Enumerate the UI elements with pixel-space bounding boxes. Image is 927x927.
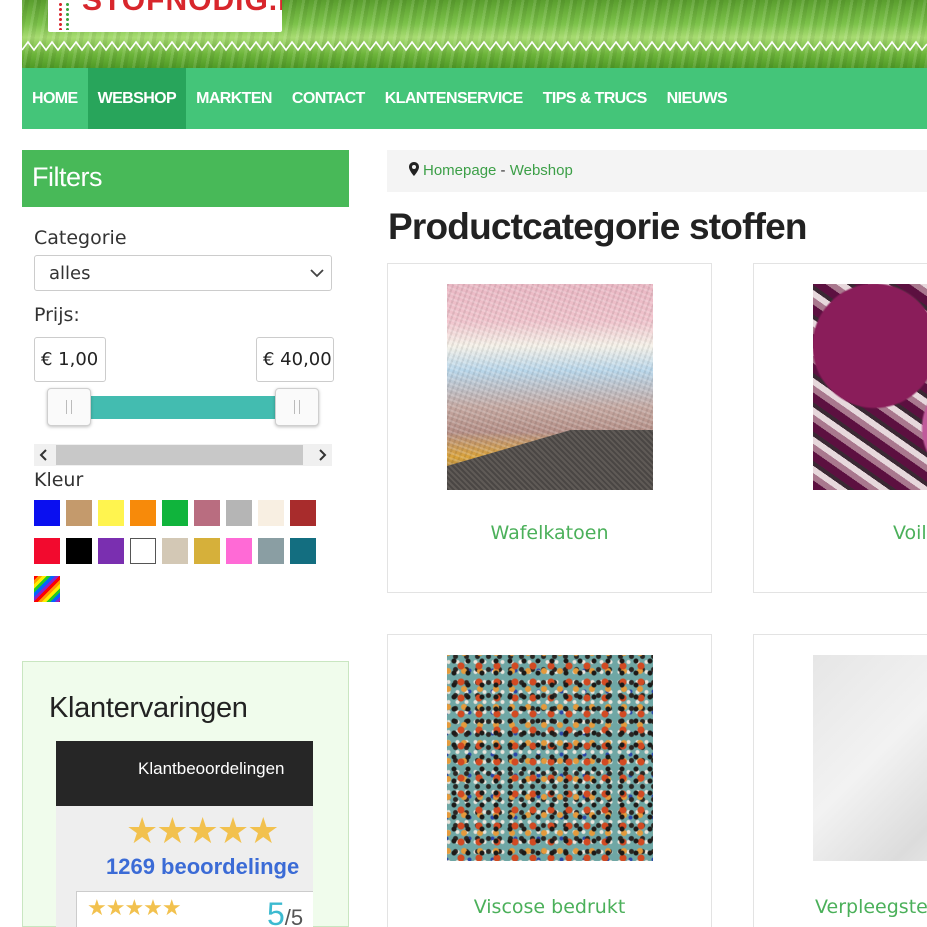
color-swatch[interactable]: [226, 500, 252, 526]
price-max-value: € 40,00: [263, 349, 332, 370]
color-swatch[interactable]: [130, 538, 156, 564]
color-swatch[interactable]: [34, 538, 60, 564]
color-swatch[interactable]: [162, 538, 188, 564]
rating-stars-icon: ★★★★★: [126, 811, 279, 852]
product-image[interactable]: [813, 284, 927, 490]
color-swatch[interactable]: [258, 500, 284, 526]
category-value: alles: [49, 263, 91, 284]
nav-tips-trucs[interactable]: TIPS & TRUCS: [533, 68, 657, 129]
filters-header: Filters: [22, 150, 349, 207]
price-label: Prijs:: [34, 304, 80, 326]
nav-klantenservice[interactable]: KLANTENSERVICE: [375, 68, 533, 129]
product-image[interactable]: [447, 284, 653, 490]
price-max-input[interactable]: € 40,00: [256, 337, 334, 382]
chevron-down-icon: [310, 269, 324, 278]
product-image[interactable]: [813, 655, 927, 861]
widget-header: Klantbeoordelingen: [56, 741, 313, 806]
product-card[interactable]: Wafelkatoen: [387, 263, 712, 593]
reviews-widget[interactable]: Klantbeoordelingen ★★★★★ 1269 beoordelin…: [56, 741, 313, 927]
category-select[interactable]: alles: [34, 255, 332, 291]
header-banner: STOFNODIG.NL: [22, 0, 927, 68]
color-swatch[interactable]: [290, 500, 316, 526]
nav-home[interactable]: HOME: [22, 68, 88, 129]
scroll-right-icon[interactable]: [316, 445, 328, 465]
color-swatch[interactable]: [98, 538, 124, 564]
product-name[interactable]: Voil: [893, 522, 927, 544]
breadcrumb-home-link[interactable]: Homepage: [423, 162, 496, 179]
reviews-title: Klantervaringen: [49, 692, 248, 724]
product-name[interactable]: Wafelkatoen: [388, 522, 711, 544]
color-swatch[interactable]: [290, 538, 316, 564]
score-value: 5: [267, 896, 285, 927]
filters-title: Filters: [32, 162, 103, 192]
color-label: Kleur: [34, 469, 84, 491]
color-swatch[interactable]: [34, 500, 60, 526]
price-min-input[interactable]: € 1,00: [34, 337, 106, 382]
logo[interactable]: STOFNODIG.NL: [48, 0, 282, 32]
page: STOFNODIG.NL HOME WEBSHOP MARKTEN CONTAC…: [0, 0, 927, 927]
color-swatch[interactable]: [194, 500, 220, 526]
small-stars-icon: ★★★★★: [87, 896, 182, 921]
page-title: Productcategorie stoffen: [388, 206, 808, 247]
nav-webshop[interactable]: WEBSHOP: [87, 68, 187, 129]
color-swatch[interactable]: [98, 500, 124, 526]
color-swatch[interactable]: [130, 500, 156, 526]
nav-contact[interactable]: CONTACT: [282, 68, 375, 129]
main-nav: HOME WEBSHOP MARKTEN CONTACT KLANTENSERV…: [22, 68, 927, 129]
breadcrumb-current-link[interactable]: Webshop: [510, 162, 573, 179]
logo-text: STOFNODIG.NL: [82, 0, 282, 17]
product-card[interactable]: Verpleegste: [753, 634, 927, 927]
color-swatch[interactable]: [66, 500, 92, 526]
logo-dots-icon: [58, 2, 72, 30]
price-slider-max-handle[interactable]: [275, 388, 319, 426]
score-max: /5: [284, 905, 304, 927]
rating-box: ★★★★★ 5/5: [76, 891, 313, 927]
breadcrumb-separator: -: [496, 162, 510, 179]
zigzag-stitch: [22, 40, 927, 52]
price-slider-track[interactable]: [68, 396, 296, 419]
product-image[interactable]: [447, 655, 653, 861]
product-card[interactable]: Voil: [753, 263, 927, 593]
nav-nieuws[interactable]: NIEUWS: [657, 68, 737, 129]
horizontal-scrollbar[interactable]: [34, 444, 332, 466]
category-label: Categorie: [34, 227, 127, 249]
color-swatch[interactable]: [66, 538, 92, 564]
color-swatch[interactable]: [194, 538, 220, 564]
color-swatch[interactable]: [258, 538, 284, 564]
price-min-value: € 1,00: [41, 349, 99, 370]
review-count[interactable]: 1269 beoordelinge: [106, 854, 299, 880]
price-slider-min-handle[interactable]: [47, 388, 91, 426]
color-swatch[interactable]: [34, 576, 60, 602]
scrollbar-thumb[interactable]: [56, 445, 303, 465]
breadcrumb-inner: Homepage - Webshop: [409, 162, 573, 179]
nav-markten[interactable]: MARKTEN: [186, 68, 282, 129]
rating-score: 5/5: [267, 896, 303, 927]
product-card[interactable]: Viscose bedrukt: [387, 634, 712, 927]
color-swatch[interactable]: [162, 500, 188, 526]
color-swatch[interactable]: [226, 538, 252, 564]
breadcrumb: Homepage - Webshop: [387, 150, 927, 192]
map-pin-icon: [409, 162, 419, 176]
product-name[interactable]: Verpleegste: [815, 896, 927, 918]
scroll-left-icon[interactable]: [38, 445, 50, 465]
widget-header-text: Klantbeoordelingen: [138, 759, 285, 778]
product-name[interactable]: Viscose bedrukt: [388, 896, 711, 918]
